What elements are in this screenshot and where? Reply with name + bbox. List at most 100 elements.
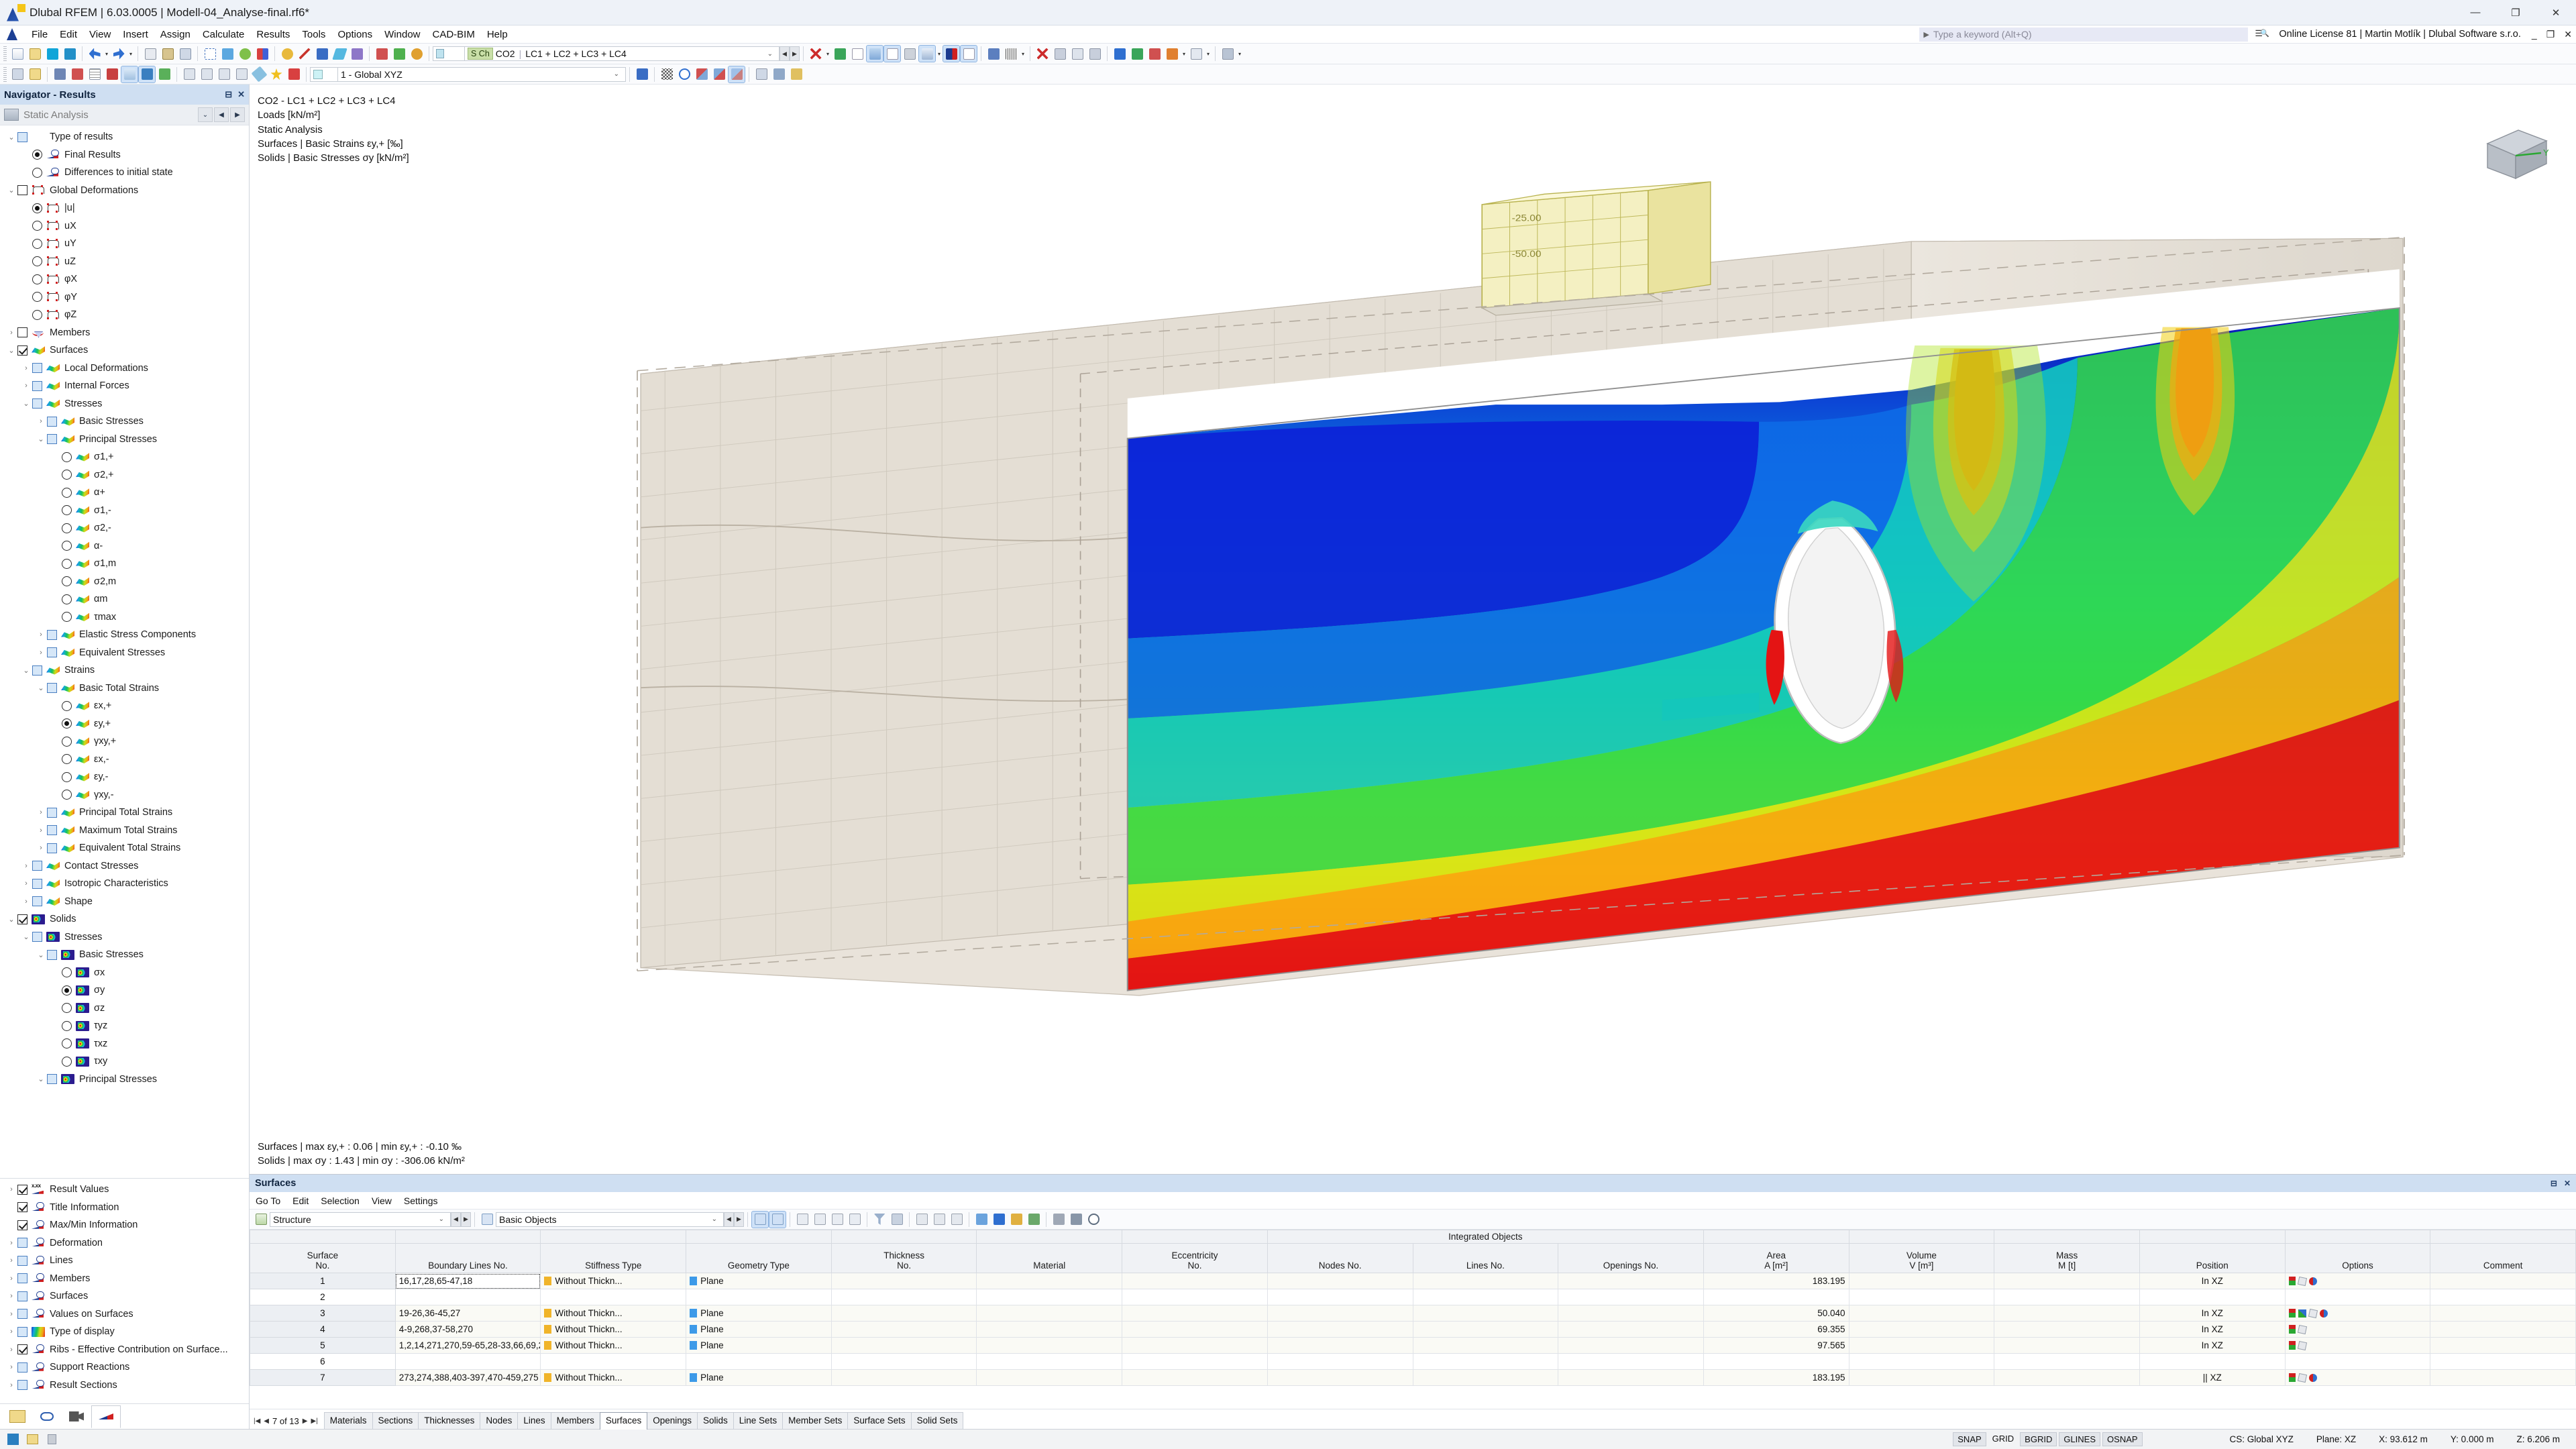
cell-openings-no[interactable] (1558, 1289, 1704, 1305)
cell-nodes-no[interactable] (1267, 1353, 1413, 1370)
navigator-tab-display[interactable] (32, 1405, 62, 1428)
radio-button[interactable] (32, 150, 42, 160)
display-tree-item-members[interactable]: › Members (0, 1270, 249, 1288)
results-tree-item-shape[interactable]: › Shape (0, 893, 249, 911)
cell-lines-no[interactable] (1412, 1289, 1559, 1305)
copy-button[interactable] (142, 46, 158, 62)
display-options-tree[interactable]: › Result Values Title Information Max/Min I… (0, 1181, 249, 1403)
table-view-button[interactable] (87, 66, 103, 83)
results-tree-item-final-results[interactable]: Final Results (0, 146, 249, 164)
checkbox[interactable] (17, 1273, 28, 1284)
cell-openings-no[interactable] (1558, 1337, 1704, 1354)
cell-eccentricity-no[interactable] (1122, 1305, 1268, 1322)
cell-position[interactable] (2139, 1353, 2286, 1370)
chevron-right-icon[interactable]: › (35, 826, 47, 835)
table-sort-button[interactable] (889, 1212, 905, 1228)
chevron-right-icon[interactable]: › (20, 364, 32, 372)
chevron-right-icon[interactable]: › (35, 808, 47, 816)
display-tree-item-values-on-surfaces[interactable]: › Values on Surfaces (0, 1305, 249, 1324)
app-menu-icon[interactable] (4, 27, 21, 42)
model-viewport-3d[interactable]: -25.00 -50.00 CO2 - LC1 + LC2 + LC3 + LC… (250, 85, 2576, 1174)
cell-boundary-lines[interactable]: 4-9,268,37-58,270 (394, 1321, 541, 1338)
close-button[interactable]: ✕ (2536, 0, 2576, 25)
table-menu-settings[interactable]: Settings (398, 1194, 444, 1208)
render-solid-button[interactable] (1052, 46, 1068, 62)
table-tab-lines[interactable]: Lines (517, 1412, 551, 1429)
table-menu-go-to[interactable]: Go To (250, 1194, 286, 1208)
chevron-right-icon[interactable]: › (20, 382, 32, 390)
layers-button[interactable] (788, 66, 804, 83)
cell-eccentricity-no[interactable] (1122, 1289, 1268, 1305)
status-chip-osnap[interactable]: OSNAP (2102, 1432, 2143, 1446)
cell-lines-no[interactable] (1412, 1369, 1559, 1386)
cell-stiffness-type[interactable]: Without Thickn... (540, 1369, 687, 1386)
table-filter-objects-prev[interactable]: ◀ (724, 1212, 734, 1227)
radio-button[interactable] (62, 576, 72, 587)
table-filter-objects-combo[interactable]: Basic Objects ⌄ (496, 1212, 724, 1227)
results-tree-item-y[interactable]: φY (0, 288, 249, 307)
status-lock-icon[interactable] (43, 1432, 60, 1448)
cell-comment[interactable] (2430, 1337, 2576, 1354)
table-menu-selection[interactable]: Selection (315, 1194, 366, 1208)
checkbox[interactable] (32, 861, 42, 871)
checkbox[interactable] (17, 1291, 28, 1301)
results-tree-item-x[interactable]: φX (0, 270, 249, 288)
radio-button[interactable] (32, 167, 42, 178)
deformation-values-button[interactable] (960, 45, 977, 62)
dimension-button[interactable] (69, 66, 85, 83)
paste-button[interactable] (160, 46, 176, 62)
cell-area[interactable]: 97.565 (1703, 1337, 1849, 1354)
cell-boundary-lines[interactable] (394, 1353, 541, 1370)
cell-mass[interactable] (1994, 1337, 2140, 1354)
cell-geometry-type[interactable]: Plane (686, 1369, 832, 1386)
solid-section-dropdown-icon[interactable]: ▾ (936, 46, 943, 62)
display-tree-item-lines[interactable]: › Lines (0, 1252, 249, 1270)
cell-stiffness-type[interactable]: Without Thickn... (540, 1321, 687, 1338)
undo-button[interactable] (87, 46, 103, 62)
results-tree-item-xz[interactable]: τxz (0, 1035, 249, 1053)
radio-button[interactable] (62, 558, 72, 569)
cell-volume[interactable] (1848, 1273, 1995, 1289)
results-tree-item-y[interactable]: σy (0, 981, 249, 1000)
cell-nodes-no[interactable] (1267, 1369, 1413, 1386)
checkbox[interactable] (47, 647, 57, 658)
plane-yz-button[interactable] (728, 65, 745, 83)
cell-lines-no[interactable] (1412, 1273, 1559, 1289)
table-tab-members[interactable]: Members (550, 1412, 600, 1429)
menu-item-tools[interactable]: Tools (296, 27, 331, 42)
table-panel-pin-icon[interactable]: ⊟ (2551, 1179, 2557, 1188)
results-tree-item-strains[interactable]: ⌄ Strains (0, 661, 249, 680)
photo-render-button[interactable] (138, 65, 156, 83)
results-tree-item-equivalent-stresses[interactable]: › Equivalent Stresses (0, 644, 249, 662)
navigator-dropdown-icon[interactable]: ⌄ (198, 107, 213, 122)
menu-item-edit[interactable]: Edit (54, 27, 83, 42)
checkbox[interactable] (17, 131, 28, 142)
secondary-toolbar-grip[interactable] (3, 66, 7, 82)
results-tree-item-yz[interactable]: τyz (0, 1017, 249, 1035)
view-y-button[interactable] (1129, 46, 1145, 62)
cell-material[interactable] (976, 1337, 1123, 1354)
results-tree-item-basic-stresses[interactable]: › Basic Stresses (0, 413, 249, 431)
grid-column-header-stiffness-type[interactable]: Stiffness Type (540, 1243, 687, 1273)
status-folder-icon[interactable] (23, 1432, 41, 1448)
results-tree-item-z[interactable]: φZ (0, 306, 249, 324)
checkbox[interactable] (17, 1309, 28, 1320)
display-tree-item-deformation[interactable]: › Deformation (0, 1234, 249, 1252)
mirror-button[interactable] (254, 46, 270, 62)
results-tree-item-1[interactable]: σ1,+ (0, 448, 249, 466)
radio-button[interactable] (62, 470, 72, 480)
grid-column-header-volume[interactable]: Volume V [m³] (1848, 1243, 1995, 1273)
cell-options[interactable] (2284, 1321, 2431, 1338)
cell-lines-no[interactable] (1412, 1353, 1559, 1370)
checkbox[interactable] (47, 807, 57, 818)
checkbox[interactable] (47, 1074, 57, 1085)
cell-eccentricity-no[interactable] (1122, 1353, 1268, 1370)
checkbox[interactable] (47, 434, 57, 445)
chevron-right-icon[interactable]: › (35, 844, 47, 852)
cell-boundary-lines[interactable]: 19-26,36-45,27 (394, 1305, 541, 1322)
cell-openings-no[interactable] (1558, 1305, 1704, 1322)
table-row[interactable]: 3 19-26,36-45,27 Without Thickn... Plane 50.… (250, 1305, 2576, 1322)
work-plane-grid-button[interactable] (659, 66, 675, 83)
zoom-button[interactable] (1188, 46, 1204, 62)
grid-column-header-lines-no[interactable]: Lines No. (1412, 1243, 1559, 1273)
